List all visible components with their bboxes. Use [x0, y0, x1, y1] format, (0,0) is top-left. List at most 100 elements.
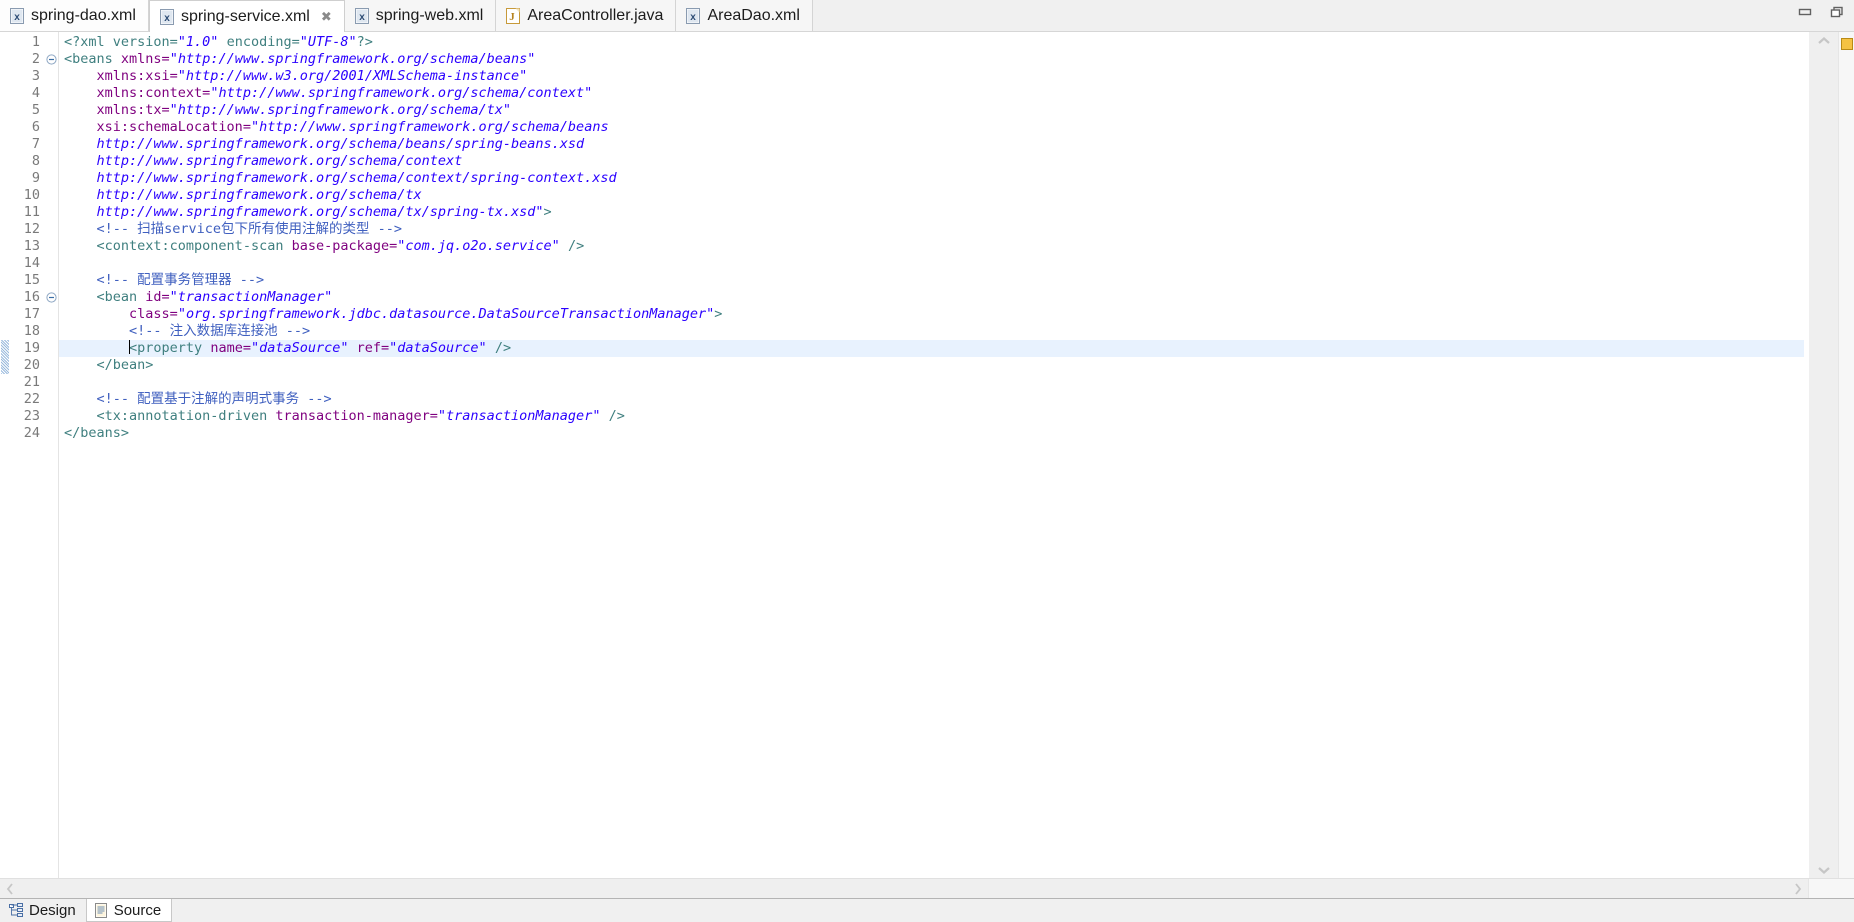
code-token-attr: xmlns:tx= [96, 102, 170, 118]
editor-tab-spring-service-xml[interactable]: x spring-service.xml ✖ [148, 0, 345, 32]
java-file-icon: J [506, 7, 521, 24]
code-token-val: http://www.springframework.org/schema/be… [96, 136, 585, 152]
editor-tab-label: spring-service.xml [180, 7, 310, 25]
scroll-down-arrow-icon[interactable] [1809, 861, 1839, 878]
horizontal-scrollbar[interactable] [0, 878, 1854, 899]
code-token-val: "http://www.springframework.org/schema/t… [169, 102, 512, 118]
line-number: 12 [23, 221, 40, 237]
view-tab-source[interactable]: Source [85, 899, 173, 922]
source-doc-icon [94, 902, 108, 918]
bottom-tab-filler [172, 899, 1854, 922]
code-token-attr: class= [129, 306, 178, 322]
code-token-val: "1.0" [177, 34, 219, 50]
fold-slot-empty [44, 357, 58, 374]
code-line[interactable]: class="org.springframework.jdbc.datasour… [64, 306, 1808, 323]
xml-file-icon: x [10, 7, 24, 24]
overview-ruler[interactable] [1838, 32, 1854, 878]
code-line[interactable]: <tx:annotation-driven transaction-manage… [64, 408, 1808, 425]
line-number: 20 [23, 357, 40, 373]
code-line[interactable]: <!-- 配置事务管理器 --> [64, 272, 1808, 289]
code-token-tag: > [714, 306, 723, 322]
code-line[interactable]: http://www.springframework.org/schema/co… [64, 153, 1808, 170]
code-line[interactable]: <?xml version="1.0" encoding="UTF-8"?> [64, 34, 1808, 51]
fold-slot-empty [44, 255, 58, 272]
fold-slot-empty [44, 238, 58, 255]
code-line[interactable] [64, 255, 1808, 272]
line-number: 22 [23, 391, 40, 407]
editor-gutter: 1 2 3 4 5 6 7 8 9 10 11 12 13 14 15 16 17 18 19 20 21 22 23 24 [0, 32, 59, 878]
line-number: 19 [23, 340, 40, 356]
fold-slot-empty [44, 153, 58, 170]
code-line[interactable]: <property name="dataSource" ref="dataSou… [59, 340, 1804, 357]
editor-tab-areadao-xml[interactable]: x AreaDao.xml [676, 0, 813, 31]
code-line[interactable]: http://www.springframework.org/schema/tx [64, 187, 1808, 204]
code-line[interactable]: xmlns:context="http://www.springframewor… [64, 85, 1808, 102]
change-bar [0, 32, 10, 878]
editor-tab-spring-web-xml[interactable]: x spring-web.xml [344, 0, 497, 31]
line-number: 7 [31, 136, 40, 152]
scrollbar-corner [1808, 878, 1854, 899]
code-token-comment: <!-- 配置基于注解的声明式事务 --> [96, 391, 332, 407]
code-line[interactable] [64, 374, 1808, 391]
code-line[interactable]: <context:component-scan base-package="co… [64, 238, 1808, 255]
svg-text:J: J [510, 11, 516, 23]
line-number: 18 [23, 323, 40, 339]
view-tab-design[interactable]: Design [2, 899, 86, 922]
vertical-scroll-track[interactable] [1808, 49, 1839, 861]
code-token-val: "UTF-8" [299, 34, 357, 50]
editor-tab-bar: x spring-dao.xml x spring-service.xml ✖ x spri… [0, 0, 1854, 32]
code-line[interactable]: xsi:schemaLocation="http://www.springfra… [64, 119, 1808, 136]
fold-slot-empty [44, 68, 58, 85]
code-line[interactable]: <!-- 配置基于注解的声明式事务 --> [64, 391, 1808, 408]
code-token-pi: ?> [356, 34, 373, 50]
fold-collapse-icon[interactable] [44, 289, 58, 306]
xml-file-icon: x [354, 7, 369, 24]
editor-tab-spring-dao-xml[interactable]: x spring-dao.xml [0, 0, 149, 31]
code-line[interactable]: http://www.springframework.org/schema/be… [64, 136, 1808, 153]
fold-slot-empty [44, 391, 58, 408]
code-line[interactable]: xmlns:tx="http://www.springframework.org… [64, 102, 1808, 119]
code-folding-column[interactable] [44, 32, 58, 878]
maximize-restore-icon[interactable] [1828, 4, 1846, 20]
warning-marker[interactable] [1841, 38, 1853, 50]
line-number: 13 [23, 238, 40, 254]
code-line[interactable]: </bean> [64, 357, 1808, 374]
design-tree-icon [9, 903, 23, 918]
svg-text:x: x [359, 12, 365, 23]
code-line[interactable]: <bean id="transactionManager" [64, 289, 1808, 306]
code-token-val: "transactionManager" [437, 408, 601, 424]
code-token-attr: xmlns= [112, 51, 170, 67]
vertical-scrollbar[interactable] [1808, 32, 1839, 878]
scroll-up-arrow-icon[interactable] [1809, 32, 1839, 49]
code-line[interactable]: <!-- 扫描service包下所有使用注解的类型 --> [64, 221, 1808, 238]
code-line[interactable]: http://www.springframework.org/schema/tx… [64, 204, 1808, 221]
change-marker [1, 340, 9, 357]
code-line[interactable]: xmlns:xsi="http://www.w3.org/2001/XMLSch… [64, 68, 1808, 85]
horizontal-scroll-track[interactable] [20, 878, 1788, 899]
xml-file-icon: x [10, 7, 24, 24]
close-icon[interactable]: ✖ [321, 10, 332, 23]
scroll-right-arrow-icon[interactable] [1788, 879, 1808, 899]
code-line[interactable]: </beans> [64, 425, 1808, 442]
code-token-tag: /> [600, 408, 625, 424]
editor-tab-areacontroller-java[interactable]: J AreaController.java [496, 0, 677, 31]
code-line[interactable]: <!-- 注入数据库连接池 --> [64, 323, 1808, 340]
code-token-val: "dataSource" [250, 340, 349, 356]
fold-slot-empty [44, 204, 58, 221]
minimize-icon[interactable] [1796, 4, 1814, 20]
fold-slot-empty [44, 425, 58, 442]
fold-collapse-icon[interactable] [44, 51, 58, 68]
code-line[interactable]: http://www.springframework.org/schema/co… [64, 170, 1808, 187]
line-number-ruler: 1 2 3 4 5 6 7 8 9 10 11 12 13 14 15 16 17 18 19 20 21 22 23 24 [10, 32, 44, 878]
code-token-attr: id= [137, 289, 170, 305]
code-line[interactable]: <beans xmlns="http://www.springframework… [64, 51, 1808, 68]
scroll-left-arrow-icon[interactable] [0, 879, 20, 899]
code-token-val: "transactionManager" [169, 289, 333, 305]
line-number: 9 [31, 170, 40, 186]
code-text-area[interactable]: <?xml version="1.0" encoding="UTF-8"?> <b… [59, 32, 1808, 878]
line-number: 17 [23, 306, 40, 322]
